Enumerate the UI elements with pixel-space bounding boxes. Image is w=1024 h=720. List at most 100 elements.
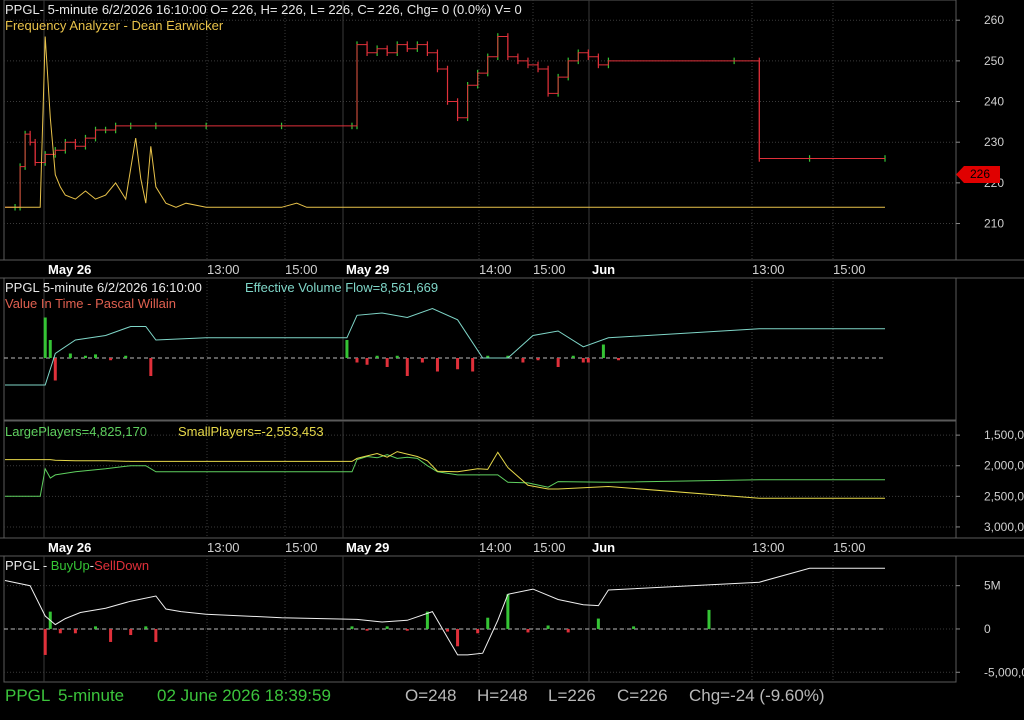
price-y-tick-1: 250 xyxy=(984,54,1004,68)
players-y-tick-2: 2,500,000 xyxy=(984,489,1024,503)
bs-bar xyxy=(566,628,570,633)
vit-bar xyxy=(456,358,460,370)
vit-bar xyxy=(581,358,585,363)
price-y-tick-0: 260 xyxy=(984,13,1004,27)
bs-bar xyxy=(506,594,510,629)
vit-bar xyxy=(556,358,560,367)
players-y-tick-1: 2,000,000 xyxy=(984,459,1024,473)
vit-bar xyxy=(521,358,525,363)
buyup-ticker: PPGL xyxy=(5,558,40,573)
small-players-label: SmallPlayers=-2,553,453 xyxy=(178,424,324,439)
vit-bar xyxy=(420,358,424,363)
bs-bar xyxy=(546,625,550,629)
buyup-text: BuyUp xyxy=(50,558,90,573)
time-axis-label: Jun xyxy=(592,262,616,277)
vit-bar xyxy=(375,355,379,358)
bs-bar xyxy=(632,626,636,629)
evf-panel-header: PPGL 5-minute 6/2/2026 16:10:00 xyxy=(5,280,202,295)
price-line xyxy=(5,36,885,208)
vit-bar xyxy=(83,355,87,358)
selldown-text: SellDown xyxy=(94,558,150,573)
time-axis-label: Jun xyxy=(592,540,616,555)
vit-bar xyxy=(124,355,128,358)
time-axis-label: 13:00 xyxy=(207,540,240,555)
bs-bar xyxy=(707,609,711,629)
vit-bar xyxy=(536,358,540,361)
frequency-analyzer-line xyxy=(5,36,885,208)
bs-bar xyxy=(526,628,530,633)
evf-line xyxy=(5,307,885,386)
panel-frame-1 xyxy=(3,0,957,261)
time-axis-label: May 29 xyxy=(346,540,390,555)
value-in-time-label: Value In Time - Pascal Willain xyxy=(5,296,176,311)
vit-bar xyxy=(601,344,605,358)
bs-y-tick-2: -5,000,000 xyxy=(984,665,1024,679)
vit-bar xyxy=(345,340,349,358)
small-players-line xyxy=(5,451,885,499)
time-axis-label: 15:00 xyxy=(285,540,318,555)
bs-bar xyxy=(129,628,133,636)
panel-frame-4 xyxy=(3,555,957,683)
bs-bar xyxy=(405,628,409,631)
vit-bar xyxy=(53,358,57,381)
time-axis-label: 13:00 xyxy=(752,540,785,555)
bs-bar xyxy=(350,626,354,629)
bs-y-tick-0: 5M xyxy=(984,579,1001,593)
time-axis-label: 15:00 xyxy=(833,540,866,555)
large-players-label: LargePlayers=4,825,170 xyxy=(5,424,148,439)
bs-bar xyxy=(385,626,389,629)
vit-bar xyxy=(385,358,389,367)
status-change: Chg=-24 (-9.60%) xyxy=(689,686,825,705)
bs-bar xyxy=(58,628,62,634)
frequency-analyzer-label: Frequency Analyzer - Dean Earwicker xyxy=(5,18,224,33)
status-ticker: PPGL xyxy=(5,686,51,705)
players-y-tick-3: 3,000,000 xyxy=(984,520,1024,534)
status-open: O=248 xyxy=(405,686,457,705)
bs-bar xyxy=(456,628,460,647)
price-y-tick-3: 230 xyxy=(984,135,1004,149)
bs-bar xyxy=(73,628,77,634)
buyup-selldown-line xyxy=(4,567,885,656)
vit-bar xyxy=(365,358,369,365)
bs-bar xyxy=(43,628,47,655)
bs-bar xyxy=(144,626,148,629)
time-axis-label: 13:00 xyxy=(207,262,240,277)
bs-bar xyxy=(94,626,98,629)
bs-bar xyxy=(109,628,113,642)
bs-bar xyxy=(596,618,600,629)
vit-bar xyxy=(48,340,52,358)
status-interval: 5-minute xyxy=(58,686,125,705)
vit-bar xyxy=(616,358,620,361)
vit-bar xyxy=(43,317,47,358)
price-panel-header: PPGL- 5-minute 6/2/2026 16:10:00 O= 226,… xyxy=(5,2,522,17)
bs-bar xyxy=(446,628,450,632)
last-price-value: 226 xyxy=(970,167,991,181)
time-axis-label: 13:00 xyxy=(752,262,785,277)
status-datetime: 02 June 2026 18:39:59 xyxy=(157,686,331,705)
vit-bar xyxy=(405,358,409,376)
price-y-tick-2: 240 xyxy=(984,95,1004,109)
vit-bar xyxy=(435,358,439,372)
bs-bar xyxy=(425,611,429,629)
evf-label: Effective Volume Flow=8,561,669 xyxy=(245,280,439,295)
bs-bar xyxy=(476,628,480,634)
price-y-tick-5: 210 xyxy=(984,217,1004,231)
vit-bar xyxy=(149,358,153,376)
time-axis-label: 15:00 xyxy=(285,262,318,277)
players-y-tick-0: 1,500,000 xyxy=(984,428,1024,442)
status-low: L=226 xyxy=(548,686,596,705)
vit-bar xyxy=(571,355,575,358)
vit-bar xyxy=(471,358,475,372)
vit-bar xyxy=(355,358,359,363)
status-close: C=226 xyxy=(617,686,668,705)
time-axis-label: 15:00 xyxy=(533,540,566,555)
vit-bar xyxy=(94,354,98,358)
vit-bar xyxy=(109,358,113,361)
bs-bar xyxy=(365,628,369,631)
vit-bar xyxy=(68,353,72,358)
time-axis-label: 14:00 xyxy=(479,262,512,277)
buyup-sep: - xyxy=(39,558,51,573)
buyup-selldown-label: PPGL - BuyUp-SellDown xyxy=(5,558,149,573)
time-axis-label: 14:00 xyxy=(479,540,512,555)
time-axis-label: May 26 xyxy=(48,262,92,277)
